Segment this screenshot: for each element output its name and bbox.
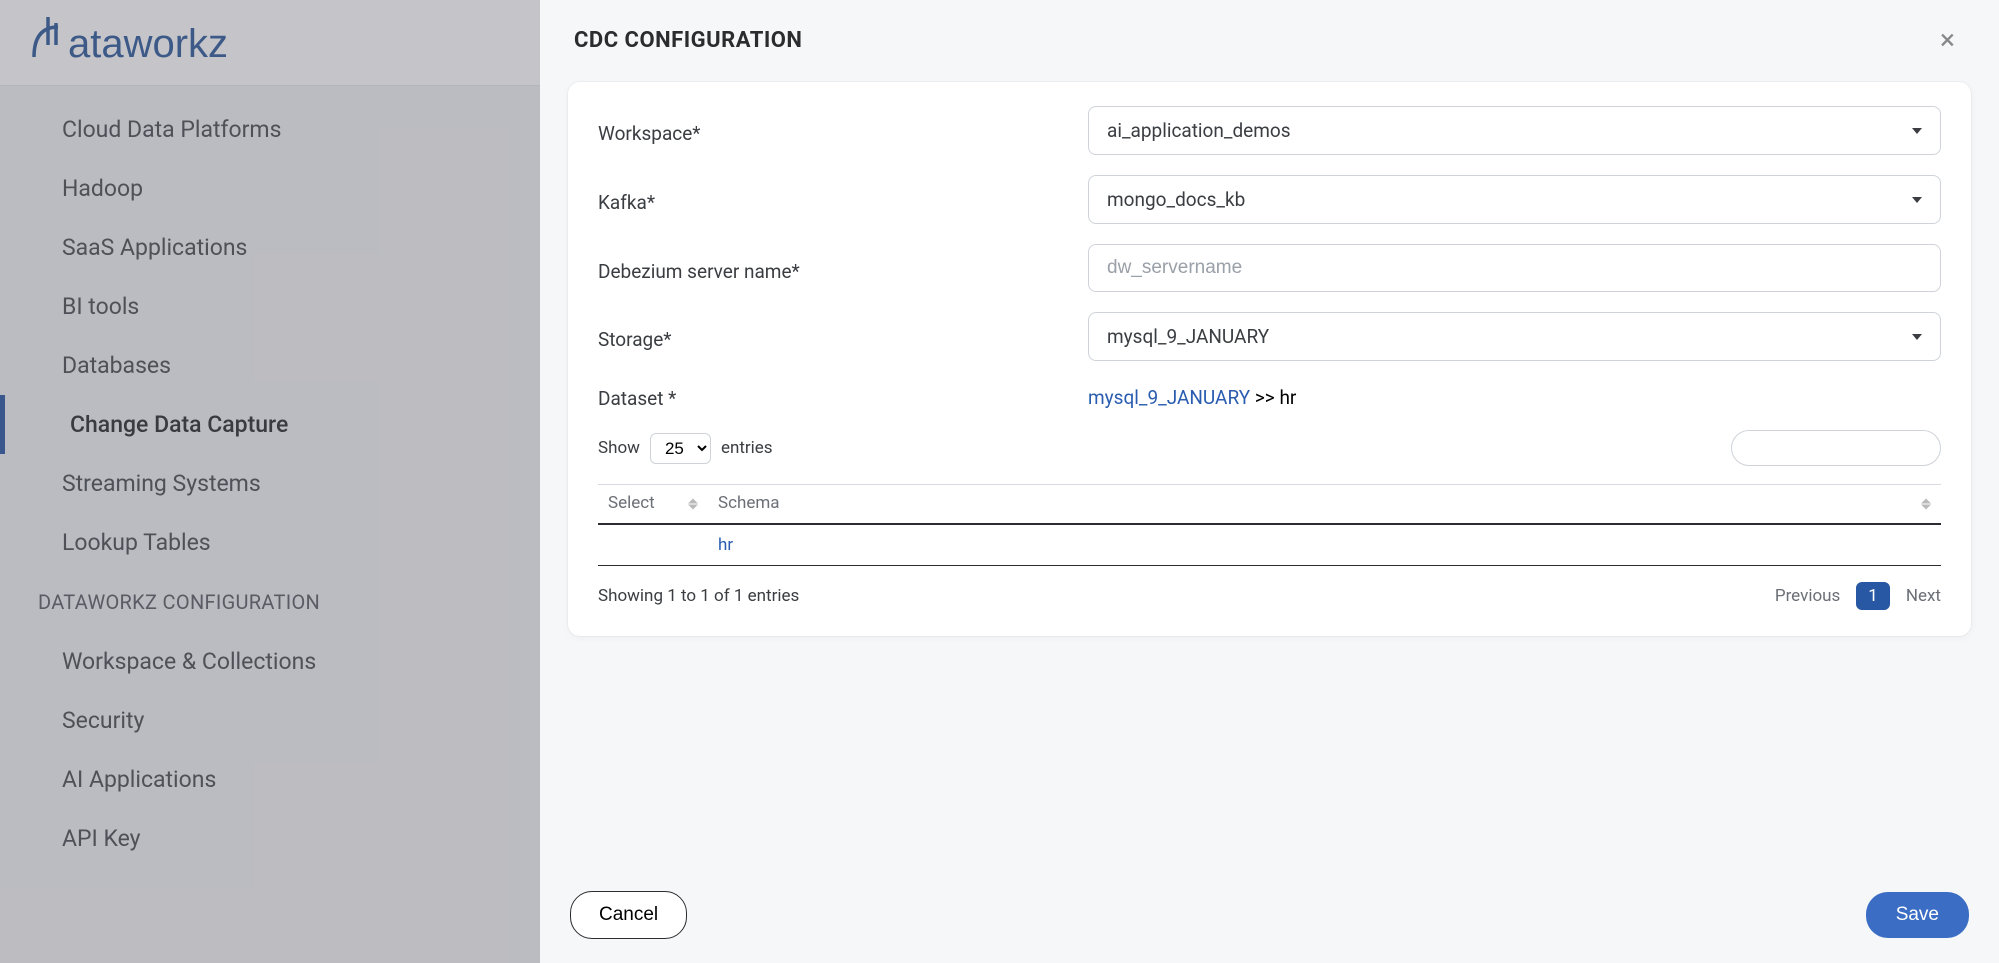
workspace-value: ai_application_demos: [1107, 119, 1291, 142]
sidebar-item-cloud-data-platforms[interactable]: Cloud Data Platforms: [0, 100, 540, 159]
chevron-down-icon: [1912, 128, 1922, 134]
storage-select[interactable]: mysql_9_JANUARY: [1088, 312, 1941, 361]
show-label-post: entries: [721, 438, 773, 458]
col-select[interactable]: Select: [598, 485, 708, 525]
sidebar-item-workspace-collections[interactable]: Workspace & Collections: [0, 632, 540, 691]
debezium-label: Debezium server name*: [598, 254, 1088, 283]
next-button[interactable]: Next: [1906, 586, 1941, 606]
sidebar-item-databases[interactable]: Databases: [0, 336, 540, 395]
svg-text:ataworkz: ataworkz: [68, 22, 228, 66]
save-button[interactable]: Save: [1866, 892, 1969, 938]
workspace-label: Workspace*: [598, 116, 1088, 145]
sidebar-item-streaming-systems[interactable]: Streaming Systems: [0, 454, 540, 513]
close-icon[interactable]: ×: [1930, 22, 1965, 58]
col-schema[interactable]: Schema: [708, 485, 1941, 525]
kafka-label: Kafka*: [598, 185, 1088, 214]
sidebar: Cloud Data Platforms Hadoop SaaS Applica…: [0, 86, 540, 963]
table-row: hr: [598, 524, 1941, 566]
pager: Previous 1 Next: [1775, 582, 1941, 610]
dataset-tail: hr: [1279, 386, 1296, 409]
debezium-input[interactable]: [1088, 244, 1941, 292]
show-label-pre: Show: [598, 438, 640, 458]
table-info: Showing 1 to 1 of 1 entries: [598, 586, 799, 606]
sort-icon: [1921, 499, 1931, 510]
dataset-label: Dataset *: [598, 381, 1088, 410]
storage-value: mysql_9_JANUARY: [1107, 325, 1269, 348]
config-card: Workspace* ai_application_demos Kafka* m…: [568, 82, 1971, 636]
sidebar-item-hadoop[interactable]: Hadoop: [0, 159, 540, 218]
dataset-breadcrumb: mysql_9_JANUARY >> hr: [1088, 382, 1941, 409]
chevron-down-icon: [1912, 334, 1922, 340]
logo: ataworkz: [24, 15, 304, 71]
sidebar-item-saas-applications[interactable]: SaaS Applications: [0, 218, 540, 277]
dataset-link[interactable]: mysql_9_JANUARY: [1088, 386, 1250, 409]
sidebar-item-api-key[interactable]: API Key: [0, 809, 540, 868]
sidebar-section-dataworkz-config: DATAWORKZ CONFIGURATION: [0, 572, 540, 632]
schema-link[interactable]: hr: [718, 535, 733, 555]
sidebar-item-lookup-tables[interactable]: Lookup Tables: [0, 513, 540, 572]
dataset-sep: >>: [1250, 386, 1279, 409]
schema-table: Select Schema hr: [598, 484, 1941, 566]
sidebar-item-security[interactable]: Security: [0, 691, 540, 750]
cancel-button[interactable]: Cancel: [570, 891, 687, 939]
sort-icon: [688, 499, 698, 510]
sidebar-item-bi-tools[interactable]: BI tools: [0, 277, 540, 336]
page-number[interactable]: 1: [1856, 582, 1890, 610]
row-select-cell[interactable]: [598, 524, 708, 566]
table-search-input[interactable]: [1731, 430, 1941, 466]
entries-select[interactable]: 25: [650, 433, 711, 464]
sidebar-item-ai-applications[interactable]: AI Applications: [0, 750, 540, 809]
storage-label: Storage*: [598, 322, 1088, 351]
kafka-select[interactable]: mongo_docs_kb: [1088, 175, 1941, 224]
sidebar-item-change-data-capture[interactable]: Change Data Capture: [0, 395, 540, 454]
modal-title: CDC CONFIGURATION: [574, 28, 802, 53]
prev-button[interactable]: Previous: [1775, 586, 1840, 606]
workspace-select[interactable]: ai_application_demos: [1088, 106, 1941, 155]
chevron-down-icon: [1912, 197, 1922, 203]
modal-cdc-config: CDC CONFIGURATION × Workspace* ai_applic…: [540, 0, 1999, 963]
kafka-value: mongo_docs_kb: [1107, 188, 1245, 211]
